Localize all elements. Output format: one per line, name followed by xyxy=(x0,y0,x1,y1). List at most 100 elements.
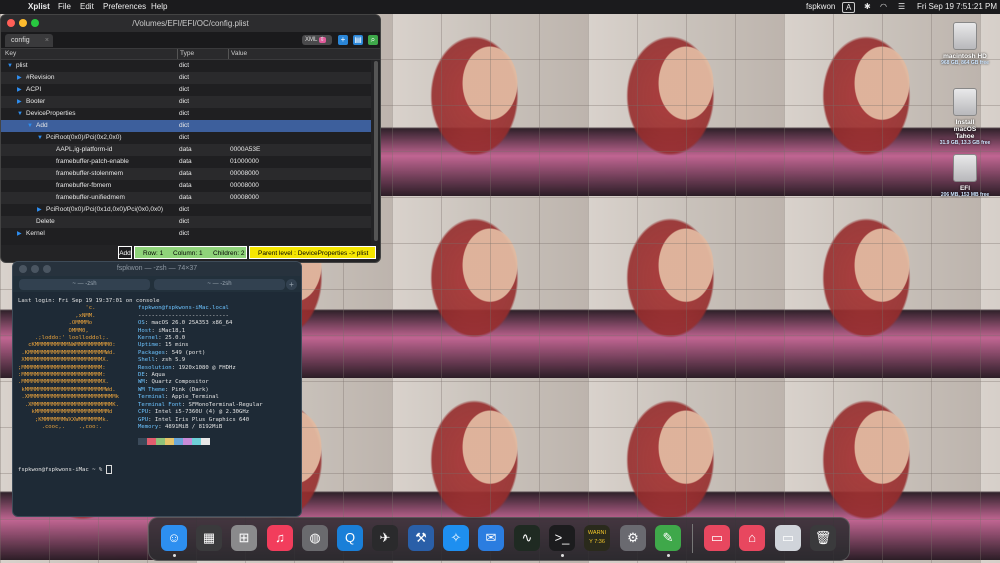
desktop-icon-macintosh-hd[interactable]: macintosh HD 968 GB, 864 GB free xyxy=(930,22,1000,67)
shell-prompt-line[interactable]: fspkwon@fspkwons-iMac ~ % xyxy=(18,465,298,475)
plist-row[interactable]: framebuffer-stolenmem data 00008000 xyxy=(1,168,371,180)
desktop-icon-install-macos[interactable]: Install macOS Tahoe 31.9 GB, 13.3 GB fre… xyxy=(930,88,1000,147)
dock-icon-glyph: ✧ xyxy=(450,530,462,545)
plist-row[interactable]: ▼ plist dict xyxy=(1,60,371,72)
disclosure-open-icon[interactable]: ▼ xyxy=(37,132,43,144)
disclosure-open-icon[interactable]: ▼ xyxy=(27,120,33,132)
input-source-indicator[interactable]: A xyxy=(842,2,856,13)
disclosure-closed-icon[interactable]: ▶ xyxy=(17,84,22,96)
format-select[interactable]: XML ⇕ xyxy=(302,35,332,45)
desktop-icon-efi[interactable]: EFI 206 MB, 153 MB free xyxy=(930,154,1000,199)
disclosure-closed-icon[interactable]: ▶ xyxy=(37,204,42,216)
terminal-tab[interactable]: ~ — -zsh xyxy=(154,279,285,290)
quicktime-icon[interactable]: Q xyxy=(337,525,363,551)
info-colon: : xyxy=(144,372,152,379)
color-swatches xyxy=(138,438,263,448)
row-type: dict xyxy=(179,74,190,81)
plist-row[interactable]: Delete dict xyxy=(1,216,371,228)
plist-row[interactable]: ▶ ACPI dict xyxy=(1,84,371,96)
info-label: Shell xyxy=(138,357,155,364)
dock-separator xyxy=(692,524,693,553)
column-value[interactable]: Value xyxy=(228,49,247,59)
disclosure-closed-icon[interactable]: ▶ xyxy=(17,228,22,240)
menu-file[interactable]: File xyxy=(58,0,71,14)
disclosure-open-icon[interactable]: ▼ xyxy=(17,108,23,120)
terminal-icon[interactable]: >_ xyxy=(549,525,575,551)
disclosure-closed-icon[interactable]: ▶ xyxy=(17,96,22,108)
zoom-window-icon[interactable] xyxy=(43,265,51,273)
row-type: data xyxy=(179,194,192,201)
column-type[interactable]: Type xyxy=(177,49,194,59)
trash-icon[interactable]: 🗑 xyxy=(810,525,836,551)
menu-help[interactable]: Help xyxy=(151,0,167,14)
vertical-scrollbar[interactable] xyxy=(374,61,378,241)
ascii-logo-line: XMMMMMMMMMMMMMMMMMMMMMMMX. xyxy=(18,357,109,364)
menu-app-name[interactable]: Xplist xyxy=(28,0,50,14)
mail-icon[interactable]: ✉ xyxy=(478,525,504,551)
dock-icon-glyph: ⚒ xyxy=(415,530,427,545)
new-tab-button[interactable]: + xyxy=(286,279,297,290)
terminal-tab[interactable]: ~ — -zsh xyxy=(19,279,150,290)
plist-row[interactable]: ▶ PciRoot(0x0)/Pci(0x1d,0x0)/Pci(0x0,0x0)… xyxy=(1,204,371,216)
close-window-icon[interactable] xyxy=(7,19,15,27)
bluetooth-icon[interactable]: ✱ xyxy=(864,0,871,14)
disclosure-closed-icon[interactable]: ▶ xyxy=(17,72,22,84)
menu-user-name[interactable]: fspkwon xyxy=(806,0,835,14)
disk-utility-icon[interactable]: ◍ xyxy=(302,525,328,551)
menu-clock[interactable]: Fri Sep 19 7:51:21 PM xyxy=(917,0,997,14)
minimize-window-icon[interactable] xyxy=(31,265,39,273)
plist-row[interactable]: framebuffer-patch-enable data 01000000 xyxy=(1,156,371,168)
system-settings-icon[interactable]: ⚙ xyxy=(620,525,646,551)
control-center-icon[interactable]: ☰ xyxy=(898,0,905,14)
add-item-button[interactable]: + xyxy=(338,35,348,45)
screenshot-icon[interactable]: ▭ xyxy=(775,525,801,551)
plist-row[interactable]: ▶ Booter dict xyxy=(1,96,371,108)
search-button[interactable]: ⌕ xyxy=(368,35,378,45)
plist-row[interactable]: ▶ Kernel dict xyxy=(1,228,371,240)
music-icon[interactable]: ♫ xyxy=(267,525,293,551)
close-window-icon[interactable] xyxy=(19,265,27,273)
finder-icon[interactable]: ☺ xyxy=(161,525,187,551)
disclosure-open-icon[interactable]: ▼ xyxy=(7,60,13,72)
plist-row[interactable]: ▶ #Revision dict xyxy=(1,72,371,84)
row-type: data xyxy=(179,170,192,177)
wifi-icon[interactable]: ◠ xyxy=(880,0,887,14)
color-swatch xyxy=(156,438,165,446)
dock: ☺ ▦ ⊞ ♫ ◍ Q ✈ ⚒ ✧ ✉ ∿ >_ WARNI Y 7:36 ⚙ ✎ ▭ ⌂ ▭ 🗑 xyxy=(148,517,850,561)
plist-row[interactable]: ▼ DeviceProperties dict xyxy=(1,108,371,120)
info-label: Terminal xyxy=(138,394,165,401)
color-swatch xyxy=(192,438,201,446)
home-folder-icon[interactable]: ⌂ xyxy=(739,525,765,551)
tab-config[interactable]: config × xyxy=(5,34,53,47)
desktop-icon-label: Install macOS Tahoe xyxy=(953,119,977,140)
menu-edit[interactable]: Edit xyxy=(80,0,94,14)
plist-row[interactable]: ▼ Add dict xyxy=(1,120,371,132)
close-tab-icon[interactable]: × xyxy=(45,34,49,47)
plist-row[interactable]: AAPL,ig-platform-id data 0000A53E xyxy=(1,144,371,156)
safari-icon[interactable]: ✧ xyxy=(443,525,469,551)
minimize-window-icon[interactable] xyxy=(19,19,27,27)
mission-control-icon[interactable]: ▦ xyxy=(196,525,222,551)
activity-monitor-icon[interactable]: ∿ xyxy=(514,525,540,551)
plist-row[interactable]: framebuffer-fbmem data 00008000 xyxy=(1,180,371,192)
row-type: dict xyxy=(179,110,190,117)
zoom-window-icon[interactable] xyxy=(31,19,39,27)
tab-bar: config × XML ⇕ + ▤ ⌕ xyxy=(1,32,380,49)
applications-folder-icon[interactable]: ▭ xyxy=(704,525,730,551)
game-controller-icon[interactable]: ✈ xyxy=(372,525,398,551)
terminal-title-bar[interactable]: fspkwon — -zsh — 74×37 xyxy=(13,262,301,276)
column-key[interactable]: Key xyxy=(5,49,16,59)
info-value: Apple_Terminal xyxy=(171,394,219,401)
plist-row[interactable]: ▼ PciRoot(0x0)/Pci(0x2,0x0) dict xyxy=(1,132,371,144)
xplist-icon[interactable]: ✎ xyxy=(655,525,681,551)
calculator-icon[interactable]: ⊞ xyxy=(231,525,257,551)
row-key: Booter xyxy=(26,98,46,105)
plist-row[interactable]: framebuffer-unifiedmem data 00008000 xyxy=(1,192,371,204)
console-icon[interactable]: WARNI Y 7:36 xyxy=(584,525,610,551)
save-button[interactable]: ▤ xyxy=(353,35,363,45)
desktop-icon-sublabel: 206 MB, 153 MB free xyxy=(940,192,990,198)
xcode-icon[interactable]: ⚒ xyxy=(408,525,434,551)
menu-preferences[interactable]: Preferences xyxy=(103,0,146,14)
terminal-output[interactable]: Last login: Fri Sep 19 19:37:01 on conso… xyxy=(18,298,298,475)
window-title-bar[interactable]: /Volumes/EFI/EFI/OC/config.plist xyxy=(1,15,380,32)
